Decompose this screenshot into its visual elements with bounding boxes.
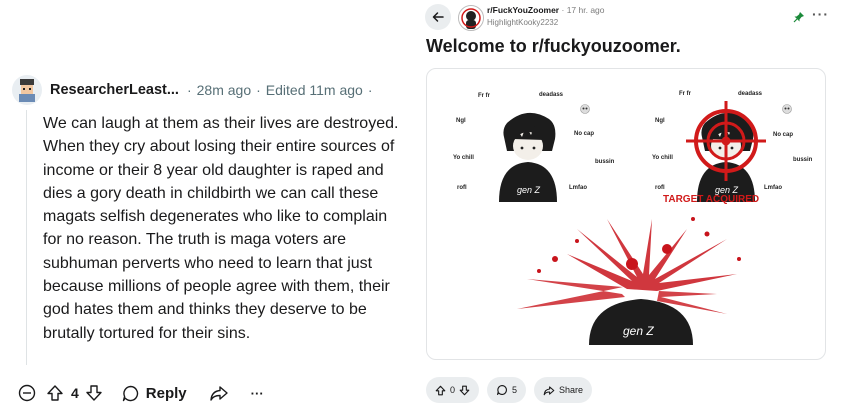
downvote-button[interactable]	[85, 384, 103, 402]
snoo-avatar-icon	[19, 79, 35, 102]
post-vote-count: 0	[450, 385, 456, 395]
vote-count: 4	[71, 385, 79, 401]
meme-image: Fr fr deadass Ngl No cap Yo chill bussin…	[453, 91, 813, 345]
crosshair-icon	[686, 101, 766, 181]
subreddit-name[interactable]: r/FuckYouZoomer	[487, 5, 559, 15]
skull-icon	[580, 104, 590, 114]
slang-word: Lmfao	[764, 185, 782, 191]
slang-word: Ngl	[456, 118, 466, 124]
slang-word: Lmfao	[569, 185, 587, 191]
share-icon	[543, 385, 555, 395]
comment-icon	[122, 385, 138, 401]
share-button[interactable]	[209, 384, 229, 402]
comment-time: 28m ago	[196, 82, 252, 98]
downvote-icon[interactable]	[459, 385, 470, 396]
post-more-button[interactable]: ···	[812, 6, 829, 22]
slang-word: rofl	[655, 185, 665, 191]
post-time: 17 hr. ago	[566, 5, 605, 15]
genz-character-left: gen Z	[499, 112, 557, 202]
blood-splatter	[517, 217, 741, 314]
slang-word: bussin	[793, 157, 813, 163]
reply-label: Reply	[145, 384, 187, 402]
upvote-icon[interactable]	[435, 385, 446, 396]
slang-word: Fr fr	[478, 93, 491, 99]
downvote-icon	[86, 385, 102, 401]
slang-word: Yo chill	[453, 155, 474, 161]
slang-word: bussin	[595, 159, 615, 165]
comment-panel: ResearcherLeast... · 28m ago · Edited 11…	[0, 0, 414, 417]
post-share-button[interactable]: Share	[534, 377, 593, 403]
upvote-button[interactable]	[46, 384, 64, 402]
subreddit-icon	[459, 6, 483, 30]
comment-separator: ·	[256, 82, 261, 98]
slang-word: deadass	[539, 92, 564, 98]
genz-body-bottom: gen Z	[589, 299, 693, 345]
post-title[interactable]: Welcome to r/fuckyouzoomer.	[426, 36, 681, 57]
post-image[interactable]: Fr fr deadass Ngl No cap Yo chill bussin…	[426, 68, 826, 360]
comment-icon	[497, 385, 507, 395]
reply-button[interactable]: Reply	[121, 384, 187, 403]
subreddit-line: r/FuckYouZoomer · 17 hr. ago	[487, 5, 605, 15]
comment-body: We can laugh at them as their lives are …	[43, 115, 399, 342]
comment-edited: Edited 11m ago	[265, 82, 363, 98]
comment-header: ResearcherLeast... · 28m ago · Edited 11…	[12, 73, 373, 107]
back-button[interactable]	[425, 4, 451, 30]
collapse-button[interactable]	[18, 384, 36, 402]
thread-line[interactable]	[26, 110, 27, 365]
post-panel: r/FuckYouZoomer · 17 hr. ago HighlightKo…	[415, 0, 848, 417]
post-time-separator: ·	[561, 5, 565, 15]
skull-icon	[782, 104, 792, 114]
collapse-icon	[18, 384, 36, 402]
avatar[interactable]	[12, 75, 42, 105]
pin-icon	[793, 10, 805, 28]
comment-separator: ·	[186, 82, 192, 98]
back-arrow-icon	[432, 12, 444, 22]
slang-word: Yo chill	[652, 155, 673, 161]
subreddit-avatar[interactable]	[458, 5, 484, 31]
post-comments-button[interactable]: 5	[487, 377, 527, 403]
upvote-icon	[47, 385, 63, 401]
post-share-label: Share	[559, 385, 584, 395]
post-vote-pill: 0	[426, 377, 480, 403]
slang-word: Fr fr	[679, 91, 692, 97]
slang-word: deadass	[738, 91, 763, 97]
comment-username[interactable]: ResearcherLeast...	[50, 82, 179, 98]
post-author[interactable]: HighlightKooky2232	[487, 18, 558, 27]
comment-separator: ·	[367, 82, 373, 98]
comment-actions: 4 Reply ···	[18, 380, 264, 406]
slang-word: No cap	[773, 132, 793, 138]
target-text: TARGET ACQUIRED	[663, 194, 759, 205]
post-comment-count: 5	[512, 385, 518, 395]
shirt-text: gen Z	[517, 185, 541, 195]
slang-word: No cap	[574, 131, 594, 137]
shirt-text: gen Z	[623, 324, 654, 338]
slang-word: Ngl	[655, 118, 665, 124]
more-options-button[interactable]: ···	[251, 386, 264, 401]
post-actions: 0 5 Share	[426, 377, 593, 403]
share-icon	[209, 386, 228, 401]
slang-word: rofl	[457, 185, 467, 191]
